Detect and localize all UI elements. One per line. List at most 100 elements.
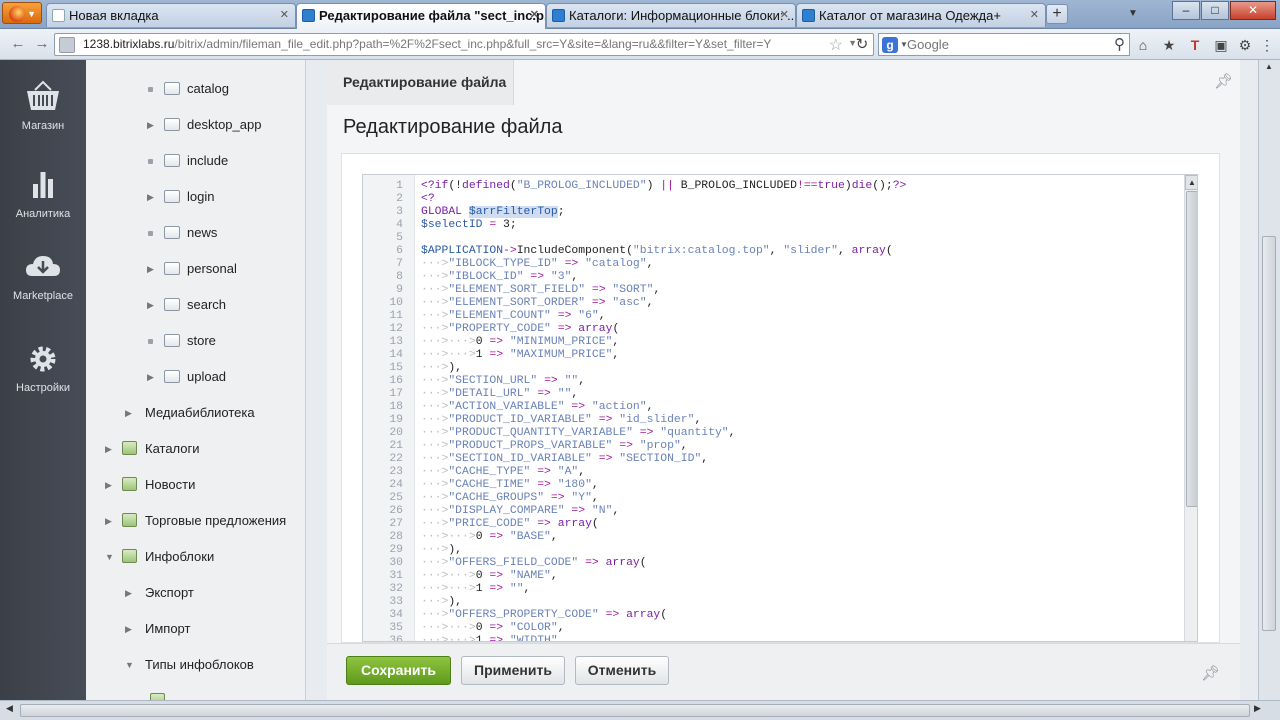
chevron-right-icon[interactable]: ▶ [125, 402, 137, 424]
code-line-text[interactable]: ···>"SECTION_URL" => "", [421, 375, 585, 388]
code-line[interactable]: 18 ···>"ACTION_VARIABLE" => "action", [363, 401, 1183, 414]
editor-scrollbar[interactable]: ▲ [1184, 175, 1197, 641]
code-line-text[interactable]: GLOBAL $arrFilterTop; [421, 206, 565, 219]
code-line-text[interactable]: ···>"CACHE_TYPE" => "A", [421, 466, 585, 479]
code-line[interactable]: 11 ···>"ELEMENT_COUNT" => "6", [363, 310, 1183, 323]
code-line-text[interactable]: ···>···>0 => "MINIMUM_PRICE", [421, 336, 619, 349]
chevron-right-icon[interactable]: ▶ [125, 618, 137, 640]
code-line[interactable]: 9 ···>"ELEMENT_SORT_FIELD" => "SORT", [363, 284, 1183, 297]
code-line-text[interactable]: ···>"CACHE_GROUPS" => "Y", [421, 492, 599, 505]
code-line[interactable]: 35 ···>···>0 => "COLOR", [363, 622, 1183, 635]
close-icon[interactable]: ✕ [280, 8, 289, 21]
menu-item-settings[interactable]: Настройки [0, 342, 86, 394]
scrollbar-thumb[interactable] [20, 704, 1250, 717]
code-line[interactable]: 13 ···>···>0 => "MINIMUM_PRICE", [363, 336, 1183, 349]
close-icon[interactable]: ✕ [530, 8, 539, 21]
chevron-down-icon[interactable]: ▼ [105, 546, 117, 568]
apply-button[interactable]: Применить [461, 656, 565, 685]
code-line-text[interactable]: ···>···>1 => "", [421, 583, 530, 596]
search-box[interactable]: g ▼ ⚲ [878, 33, 1130, 56]
code-line[interactable]: 26 ···>"DISPLAY_COMPARE" => "N", [363, 505, 1183, 518]
address-bar[interactable]: 1238.bitrixlabs.ru/bitrix/admin/fileman_… [54, 33, 874, 56]
address-url[interactable]: 1238.bitrixlabs.ru/bitrix/admin/fileman_… [83, 37, 823, 51]
horizontal-scrollbar[interactable]: ◀ ▶ [0, 700, 1280, 720]
code-line[interactable]: 17 ···>"DETAIL_URL" => "", [363, 388, 1183, 401]
code-line-text[interactable]: ···>"PROPERTY_CODE" => array( [421, 323, 619, 336]
code-line-text[interactable]: ···>"IBLOCK_ID" => "3", [421, 271, 578, 284]
code-line[interactable]: 6 $APPLICATION->IncludeComponent("bitrix:… [363, 245, 1183, 258]
code-line[interactable]: 34 ···>"OFFERS_PROPERTY_CODE" => array( [363, 609, 1183, 622]
close-icon[interactable]: ✕ [780, 8, 789, 21]
code-line[interactable]: 5 [363, 232, 1183, 245]
code-line-text[interactable]: ···>"IBLOCK_TYPE_ID" => "catalog", [421, 258, 653, 271]
scroll-up-icon[interactable]: ▲ [1185, 175, 1197, 190]
chevron-right-icon[interactable]: ▶ [105, 438, 117, 460]
code-line-text[interactable]: ···>"OFFERS_PROPERTY_CODE" => array( [421, 609, 667, 622]
code-line-text[interactable]: ···>"PRODUCT_ID_VARIABLE" => "id_slider"… [421, 414, 701, 427]
code-line-text[interactable]: ···>"ELEMENT_COUNT" => "6", [421, 310, 606, 323]
chevron-right-icon[interactable]: ▶ [147, 186, 159, 208]
pin-icon[interactable]: 📌︎ [1201, 664, 1220, 682]
firefox-menu-button[interactable]: ▼ [2, 2, 42, 24]
code-line[interactable]: 23 ···>"CACHE_TYPE" => "A", [363, 466, 1183, 479]
chevron-right-icon[interactable]: ▶ [147, 258, 159, 280]
code-line-text[interactable]: ···>"PRODUCT_PROPS_VARIABLE" => "prop", [421, 440, 688, 453]
save-button[interactable]: Сохранить [346, 656, 451, 685]
code-line-text[interactable]: ···>"SECTION_ID_VARIABLE" => "SECTION_ID… [421, 453, 708, 466]
page-scrollbar[interactable]: ▲ [1258, 60, 1280, 700]
chevron-right-icon[interactable]: ▶ [105, 510, 117, 532]
code-line-text[interactable]: ···>"OFFERS_FIELD_CODE" => array( [421, 557, 647, 570]
chevron-right-icon[interactable]: ▶ [147, 114, 159, 136]
code-line[interactable]: 1 <?if(!defined("B_PROLOG_INCLUDED") || B… [363, 180, 1183, 193]
code-line-text[interactable]: ···>···>0 => "NAME", [421, 570, 558, 583]
code-line-text[interactable]: ···>), [421, 362, 462, 375]
code-line-text[interactable]: ···>···>0 => "COLOR", [421, 622, 565, 635]
magnifier-icon[interactable]: ⚲ [1114, 35, 1125, 53]
code-line-text[interactable]: ···>"DETAIL_URL" => "", [421, 388, 578, 401]
scroll-right-icon[interactable]: ▶ [1254, 703, 1261, 714]
code-line[interactable]: 16 ···>"SECTION_URL" => "", [363, 375, 1183, 388]
code-line[interactable]: 29 ···>), [363, 544, 1183, 557]
addon-icon[interactable]: ▣ [1210, 35, 1232, 55]
search-input[interactable] [907, 37, 1107, 52]
bookmark-star-icon[interactable]: ☆ [829, 35, 843, 55]
browser-tab-new[interactable]: Новая вкладка ✕ [46, 3, 296, 27]
reload-icon[interactable]: ↻ [852, 35, 872, 55]
code-line[interactable]: 10 ···>"ELEMENT_SORT_ORDER" => "asc", [363, 297, 1183, 310]
chevron-right-icon[interactable]: ▶ [147, 366, 159, 388]
tab-list-icon[interactable]: ▼ [1122, 4, 1144, 24]
menu-grip-icon[interactable]: ⋮ [1256, 35, 1278, 55]
code-line[interactable]: 8 ···>"IBLOCK_ID" => "3", [363, 271, 1183, 284]
forward-arrow-icon[interactable]: → [32, 35, 52, 55]
scrollbar-thumb[interactable] [1186, 191, 1197, 507]
scroll-left-icon[interactable]: ◀ [6, 703, 13, 714]
code-line-text[interactable]: ···>"DISPLAY_COMPARE" => "N", [421, 505, 619, 518]
pin-icon[interactable]: 📌︎ [1214, 72, 1233, 90]
code-line-text[interactable]: ···>···>1 => "MAXIMUM_PRICE", [421, 349, 619, 362]
code-line-text[interactable]: <? [421, 193, 435, 206]
code-line[interactable]: 7 ···>"IBLOCK_TYPE_ID" => "catalog", [363, 258, 1183, 271]
menu-item-shop[interactable]: Магазин [0, 80, 86, 132]
code-line[interactable]: 33 ···>), [363, 596, 1183, 609]
code-line[interactable]: 28 ···>···>0 => "BASE", [363, 531, 1183, 544]
browser-tab-catalogs[interactable]: Каталоги: Информационные блоки: ... ✕ [546, 3, 796, 27]
menu-item-marketplace[interactable]: Marketplace [0, 250, 86, 302]
code-line[interactable]: 14 ···>···>1 => "MAXIMUM_PRICE", [363, 349, 1183, 362]
chevron-down-icon[interactable]: ▼ [125, 654, 137, 676]
code-line-text[interactable]: $selectID = 3; [421, 219, 517, 232]
code-line[interactable]: 25 ···>"CACHE_GROUPS" => "Y", [363, 492, 1183, 505]
code-line[interactable]: 36 ···>···>1 => "WIDTH", [363, 635, 1183, 641]
content-tab-file-edit[interactable]: Редактирование файла [327, 60, 514, 105]
code-line[interactable]: 27 ···>"PRICE_CODE" => array( [363, 518, 1183, 531]
code-line[interactable]: 12 ···>"PROPERTY_CODE" => array( [363, 323, 1183, 336]
code-editor[interactable]: 1 <?if(!defined("B_PROLOG_INCLUDED") || B… [362, 174, 1198, 642]
chevron-right-icon[interactable]: ▶ [147, 294, 159, 316]
code-line[interactable]: 3 GLOBAL $arrFilterTop; [363, 206, 1183, 219]
code-line-text[interactable]: ···>"ELEMENT_SORT_ORDER" => "asc", [421, 297, 653, 310]
code-line-text[interactable]: ···>···>0 => "BASE", [421, 531, 558, 544]
code-line-text[interactable]: ···>"ELEMENT_SORT_FIELD" => "SORT", [421, 284, 660, 297]
code-line-text[interactable]: ···>), [421, 544, 462, 557]
code-line-text[interactable]: ···>"CACHE_TIME" => "180", [421, 479, 599, 492]
code-line-text[interactable]: $APPLICATION->IncludeComponent("bitrix:c… [421, 245, 893, 258]
code-line[interactable]: 31 ···>···>0 => "NAME", [363, 570, 1183, 583]
